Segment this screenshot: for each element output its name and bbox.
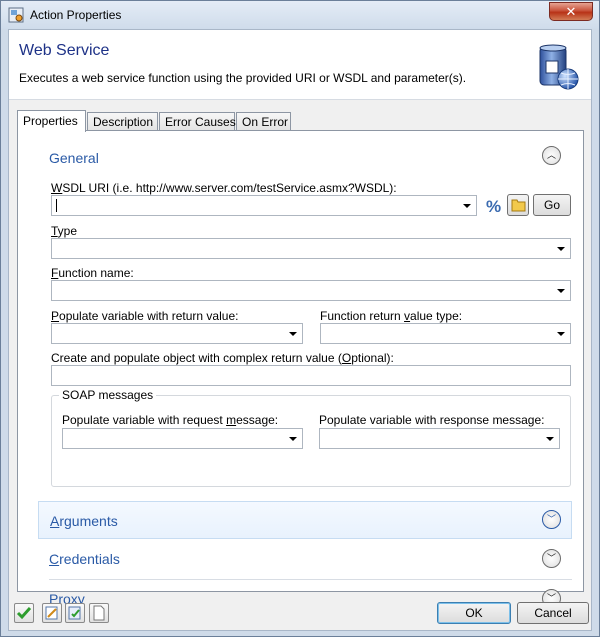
request-message-combo[interactable] [62,428,303,449]
dropdown-arrow-icon [289,332,297,336]
proxy-section-header[interactable]: Proxy ﹀ [38,580,572,608]
general-section-title: General [49,150,99,166]
dropdown-arrow-icon [557,332,565,336]
cancel-button[interactable]: Cancel [517,602,589,624]
arguments-section-title: Arguments [50,513,118,529]
soap-messages-label: SOAP messages [59,388,157,402]
complex-return-input[interactable] [51,365,571,386]
dropdown-arrow-icon [557,247,565,251]
document-check-icon [68,606,81,620]
folder-icon [511,199,526,212]
validate-button[interactable] [14,603,34,623]
expand-arguments-icon[interactable]: ﹀ [542,510,561,529]
dialog-header: Web Service Executes a web service funct… [9,30,591,100]
edit-notes-button[interactable] [42,603,62,623]
tab-properties[interactable]: Properties [17,110,86,132]
ok-button[interactable]: OK [437,602,511,624]
function-name-label: Function name: [51,266,134,280]
return-type-label: Function return value type: [320,309,463,323]
check-document-button[interactable] [65,603,85,623]
wsdl-uri-label: WSDL URI (i.e. http://www.server.com/tes… [51,181,397,195]
new-document-button[interactable] [89,603,109,623]
response-message-combo[interactable] [319,428,560,449]
credentials-section-title: Credentials [49,551,120,567]
go-button[interactable]: Go [533,194,571,216]
populate-return-combo[interactable] [51,323,303,344]
dropdown-arrow-icon [463,204,471,208]
checkmark-icon [16,607,32,620]
collapse-general-icon[interactable]: ︿ [542,146,561,165]
return-type-combo[interactable] [320,323,571,344]
tab-error-causes[interactable]: Error Causes [159,112,236,131]
populate-return-label: Populate variable with return value: [51,309,239,323]
text-caret [56,199,57,212]
action-properties-icon [8,7,24,23]
arguments-section-header[interactable]: Arguments ﹀ [38,501,572,539]
credentials-section-header[interactable]: Credentials ﹀ [38,540,572,580]
window-title: Action Properties [30,8,122,22]
dropdown-arrow-icon [557,289,565,293]
web-service-icon [539,44,579,90]
dialog-heading: Web Service [19,42,110,59]
type-label: Type [51,224,78,238]
response-message-label: Populate variable with response message: [319,413,545,427]
close-button[interactable]: ✕ [549,2,593,21]
general-section-header[interactable]: General ︿ [38,137,572,177]
percent-encode-icon[interactable]: % [484,196,504,216]
properties-panel: General ︿ WSDL URI (i.e. http://www.serv… [17,130,584,608]
action-properties-window: Action Properties ✕ Web Service Executes… [0,0,600,637]
svg-text:%: % [486,197,501,216]
request-message-label: Populate variable with request message: [62,413,279,427]
title-bar[interactable]: Action Properties ✕ [1,1,599,29]
type-combo[interactable] [51,238,571,259]
dropdown-arrow-icon [289,437,297,441]
dialog-button-bar: OK Cancel [9,596,591,630]
edit-document-icon [45,606,58,620]
expand-credentials-icon[interactable]: ﹀ [542,549,561,568]
dialog-description: Executes a web service function using th… [19,71,467,85]
complex-return-label: Create and populate object with complex … [51,351,394,365]
blank-document-icon [93,605,105,621]
dialog-client-area: Web Service Executes a web service funct… [8,29,592,631]
browse-folder-button[interactable] [507,194,529,216]
function-name-combo[interactable] [51,280,571,301]
wsdl-uri-combo[interactable] [51,195,477,216]
tab-description[interactable]: Description [87,112,158,131]
tab-on-error[interactable]: On Error [236,112,291,131]
dropdown-arrow-icon [546,437,554,441]
